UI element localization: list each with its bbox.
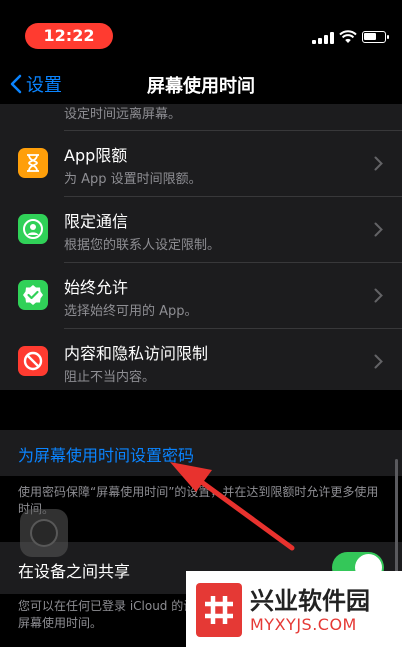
set-passcode-button[interactable]: 为屏幕使用时间设置密码 bbox=[0, 430, 402, 476]
watermark: 兴业软件园 MYXYJS.COM bbox=[186, 571, 402, 647]
row-title: 限定通信 bbox=[64, 212, 129, 231]
block-icon bbox=[18, 346, 48, 376]
settings-list[interactable]: 设定时间远离屏幕。 App限额 为 App 设置时间限额。 限定通信 根据您的联… bbox=[0, 104, 402, 647]
row-subtitle: 选择始终可用的 App。 bbox=[64, 304, 198, 319]
list-item-communication-limits[interactable]: 限定通信 根据您的联系人设定限制。 bbox=[0, 197, 402, 262]
check-badge-icon bbox=[18, 280, 48, 310]
set-passcode-label: 为屏幕使用时间设置密码 bbox=[18, 446, 195, 465]
chevron-right-icon bbox=[374, 354, 383, 369]
row-title: App限额 bbox=[64, 146, 128, 165]
contact-icon bbox=[18, 214, 48, 244]
watermark-logo-icon bbox=[196, 583, 242, 637]
passcode-footer: 使用密码保障“屏幕使用时间”的设置，并在达到限额时允许更多使用时间。 bbox=[18, 485, 379, 516]
watermark-url: MYXYJS.COM bbox=[250, 615, 357, 634]
row-title: 始终允许 bbox=[64, 278, 129, 297]
list-item-partial[interactable]: 设定时间远离屏幕。 bbox=[0, 104, 402, 125]
hourglass-icon bbox=[18, 148, 48, 178]
cellular-signal-icon bbox=[312, 32, 334, 44]
status-time[interactable]: 12:22 bbox=[25, 23, 113, 49]
chevron-right-icon bbox=[374, 156, 383, 171]
chevron-right-icon bbox=[374, 222, 383, 237]
row-subtitle: 设定时间远离屏幕。 bbox=[64, 107, 182, 122]
watermark-name: 兴业软件园 bbox=[250, 587, 370, 615]
list-item-always-allowed[interactable]: 始终允许 选择始终可用的 App。 bbox=[0, 263, 402, 328]
settings-group: 设定时间远离屏幕。 App限额 为 App 设置时间限额。 限定通信 根据您的联… bbox=[0, 104, 402, 390]
row-subtitle: 为 App 设置时间限额。 bbox=[64, 172, 202, 187]
status-bar: 12:22 bbox=[0, 0, 402, 64]
share-across-devices-label: 在设备之间共享 bbox=[18, 562, 131, 581]
wifi-icon bbox=[339, 30, 357, 43]
battery-icon bbox=[362, 31, 389, 43]
assistive-touch-button[interactable] bbox=[20, 509, 68, 557]
chevron-right-icon bbox=[374, 288, 383, 303]
row-title: 内容和隐私访问限制 bbox=[64, 344, 209, 363]
row-subtitle: 阻止不当内容。 bbox=[64, 370, 156, 385]
navigation-bar: 设置 屏幕使用时间 bbox=[0, 64, 402, 104]
list-item-content-privacy-restrictions[interactable]: 内容和隐私访问限制 阻止不当内容。 bbox=[0, 329, 402, 394]
page-title: 屏幕使用时间 bbox=[147, 76, 255, 97]
row-subtitle: 根据您的联系人设定限制。 bbox=[64, 238, 221, 253]
list-item-app-limits[interactable]: App限额 为 App 设置时间限额。 bbox=[0, 131, 402, 196]
